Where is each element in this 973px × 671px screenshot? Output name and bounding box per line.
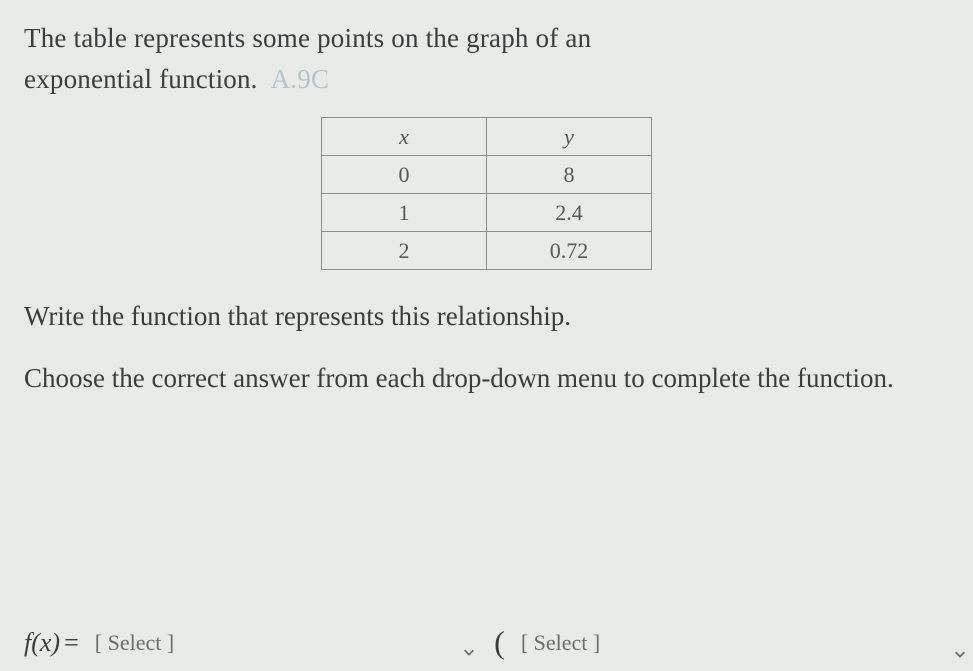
equals-sign: = xyxy=(64,628,79,658)
data-table: x y 0 8 1 2.4 2 0.72 xyxy=(321,117,652,270)
prompt-line-1: The table represents some points on the … xyxy=(24,18,949,59)
table-header-row: x y xyxy=(322,118,652,156)
table-header-x: x xyxy=(322,118,487,156)
table-cell-x: 1 xyxy=(322,194,487,232)
function-row: f(x) = [ Select ] ( [ Select ] xyxy=(24,624,949,661)
standard-tag: A.9C xyxy=(271,64,330,94)
table-header-y: y xyxy=(487,118,652,156)
table-cell-y: 2.4 xyxy=(487,194,652,232)
table-cell-x: 2 xyxy=(322,232,487,270)
select-1-area[interactable]: [ Select ] xyxy=(87,626,476,660)
select-1[interactable]: [ Select ] xyxy=(87,626,182,660)
select-2[interactable]: [ Select ] xyxy=(513,626,608,660)
chevron-down-icon xyxy=(462,636,476,650)
instruction-choose: Choose the correct answer from each drop… xyxy=(24,358,949,400)
chevron-down-icon xyxy=(953,647,967,661)
instruction-block: Write the function that represents this … xyxy=(24,296,949,400)
table-row: 0 8 xyxy=(322,156,652,194)
instruction-write: Write the function that represents this … xyxy=(24,296,949,338)
table-row: 2 0.72 xyxy=(322,232,652,270)
table-row: 1 2.4 xyxy=(322,194,652,232)
prompt-line-2: exponential function. A.9C xyxy=(24,59,949,100)
prompt-line-2-text: exponential function. xyxy=(24,64,258,94)
table-cell-x: 0 xyxy=(322,156,487,194)
open-paren: ( xyxy=(494,624,505,661)
select-2-area[interactable]: [ Select ] xyxy=(513,626,608,660)
question-prompt: The table represents some points on the … xyxy=(24,18,949,99)
table-cell-y: 0.72 xyxy=(487,232,652,270)
function-label: f(x) xyxy=(24,628,60,658)
table-cell-y: 8 xyxy=(487,156,652,194)
